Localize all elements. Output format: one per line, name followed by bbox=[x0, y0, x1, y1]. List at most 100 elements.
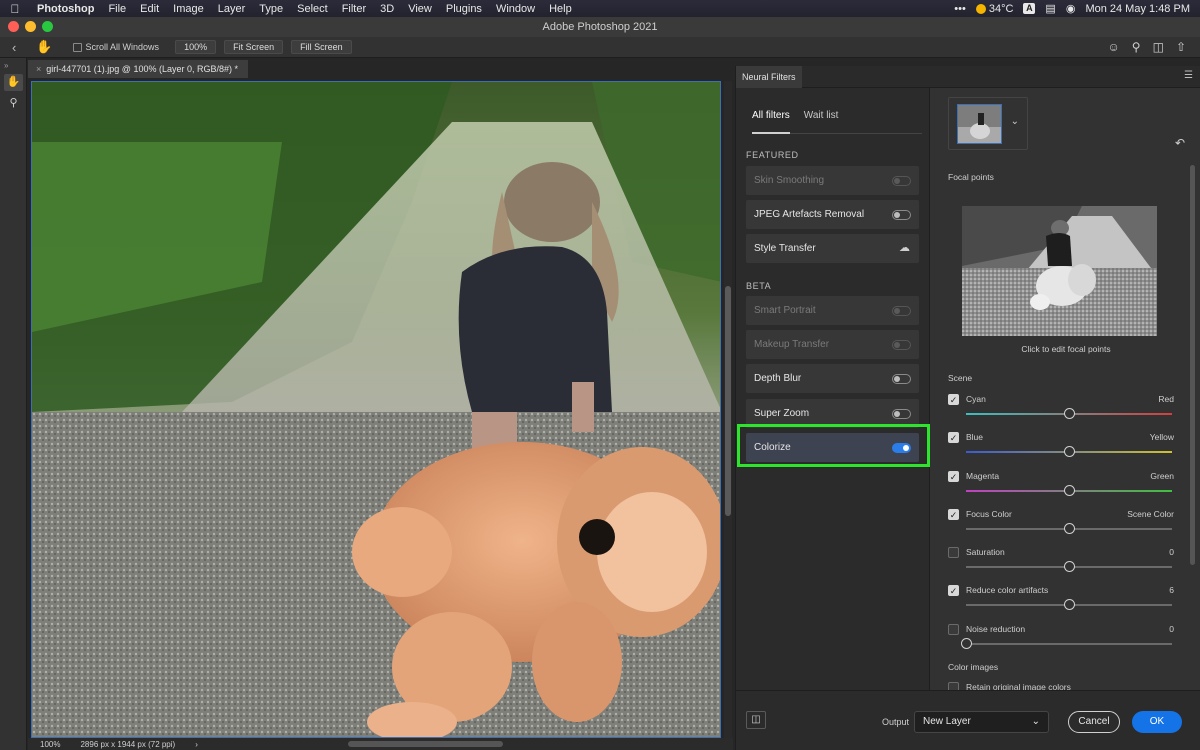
status-zoom[interactable]: 100% bbox=[40, 740, 60, 749]
siri-icon[interactable]: ◉ bbox=[1066, 2, 1076, 15]
slider-knob[interactable] bbox=[1063, 408, 1075, 419]
chevron-down-icon[interactable]: ⌄ bbox=[1011, 116, 1019, 127]
menu-select[interactable]: Select bbox=[290, 3, 335, 15]
canvas-vertical-scrollbar[interactable] bbox=[724, 81, 732, 738]
slider-saturation: Saturation 0 bbox=[948, 547, 1174, 585]
slider-knob[interactable] bbox=[1063, 561, 1075, 572]
menu-file[interactable]: File bbox=[101, 3, 133, 15]
collapse-icon[interactable]: » bbox=[0, 58, 26, 70]
slider-knob[interactable] bbox=[1063, 485, 1075, 496]
zoom-100-button[interactable]: 100% bbox=[175, 40, 217, 54]
smart-portrait-toggle[interactable] bbox=[892, 306, 911, 316]
noise-reduction-checkbox[interactable] bbox=[948, 624, 959, 635]
hand-tool-button[interactable]: ✋ bbox=[4, 74, 23, 91]
focal-points-image[interactable] bbox=[962, 206, 1157, 336]
slider-knob[interactable] bbox=[960, 638, 972, 649]
clock[interactable]: Mon 24 May 1:48 PM bbox=[1085, 3, 1190, 15]
checkbox-box bbox=[72, 42, 82, 52]
output-label: Output bbox=[882, 717, 910, 727]
filter-jpeg-artefacts-removal[interactable]: JPEG Artefacts Removal bbox=[746, 200, 919, 229]
super-zoom-toggle[interactable] bbox=[892, 409, 911, 419]
neural-filters-tab[interactable]: Neural Filters bbox=[736, 66, 802, 88]
input-source-icon[interactable]: A bbox=[1023, 3, 1036, 14]
reduce-artifacts-checkbox[interactable]: ✓ bbox=[948, 585, 959, 596]
focus-color-checkbox[interactable]: ✓ bbox=[948, 509, 959, 520]
skin-smoothing-toggle[interactable] bbox=[892, 176, 911, 186]
panel-menu-icon[interactable]: ☰ bbox=[1184, 70, 1193, 81]
fit-screen-button[interactable]: Fit Screen bbox=[224, 40, 284, 54]
slider-knob[interactable] bbox=[1063, 446, 1075, 457]
close-tab-icon[interactable]: × bbox=[36, 64, 41, 74]
slider-reduce-color-artifacts: ✓ Reduce color artifacts 6 bbox=[948, 585, 1174, 623]
depth-blur-toggle[interactable] bbox=[892, 374, 911, 384]
focal-points-label: Focal points bbox=[948, 172, 994, 182]
fill-screen-button[interactable]: Fill Screen bbox=[291, 40, 352, 54]
preview-thumbnail-selector[interactable]: ⌄ bbox=[948, 97, 1028, 150]
zoom-window-button[interactable] bbox=[42, 21, 53, 32]
menu-photoshop[interactable]: Photoshop bbox=[30, 3, 101, 15]
slider-value: 0 bbox=[1169, 624, 1174, 634]
menu-help[interactable]: Help bbox=[542, 3, 579, 15]
compare-toggle-icon[interactable]: ◫ bbox=[746, 711, 766, 729]
hand-tool-icon[interactable]: ✋ bbox=[36, 39, 52, 55]
saturation-checkbox[interactable] bbox=[948, 547, 959, 558]
sun-icon bbox=[975, 3, 986, 14]
scroll-thumb[interactable] bbox=[725, 286, 731, 516]
filter-skin-smoothing[interactable]: Skin Smoothing bbox=[746, 166, 919, 195]
slider-blue-yellow: ✓ Blue Yellow bbox=[948, 432, 1174, 470]
reset-icon[interactable]: ↶ bbox=[1175, 136, 1185, 150]
menu-image[interactable]: Image bbox=[166, 3, 211, 15]
search-icon[interactable]: ⚲ bbox=[1132, 40, 1141, 54]
cloud-download-icon[interactable]: ☁ bbox=[899, 234, 910, 263]
output-select[interactable]: New Layer ⌄ bbox=[914, 711, 1049, 733]
menu-layer[interactable]: Layer bbox=[211, 3, 253, 15]
canvas-image bbox=[32, 82, 720, 737]
menu-plugins[interactable]: Plugins bbox=[439, 3, 489, 15]
close-window-button[interactable] bbox=[8, 21, 19, 32]
panel-footer: ◫ Output New Layer ⌄ Cancel OK bbox=[736, 690, 1200, 750]
filter-makeup-transfer[interactable]: Makeup Transfer bbox=[746, 330, 919, 359]
filter-smart-portrait[interactable]: Smart Portrait bbox=[746, 296, 919, 325]
more-icon[interactable]: ••• bbox=[954, 3, 966, 15]
jpeg-artefacts-toggle[interactable] bbox=[892, 210, 911, 220]
apple-icon[interactable]:  bbox=[0, 2, 30, 16]
menu-view[interactable]: View bbox=[401, 3, 439, 15]
menu-filter[interactable]: Filter bbox=[335, 3, 373, 15]
horizontal-scroll-thumb[interactable] bbox=[348, 741, 503, 747]
menu-window[interactable]: Window bbox=[489, 3, 542, 15]
minimize-window-button[interactable] bbox=[25, 21, 36, 32]
filter-style-transfer[interactable]: Style Transfer ☁ bbox=[746, 234, 919, 263]
scroll-all-windows-checkbox[interactable]: Scroll All Windows bbox=[72, 41, 159, 53]
magenta-green-checkbox[interactable]: ✓ bbox=[948, 471, 959, 482]
zoom-tool-button[interactable]: ⚲ bbox=[4, 95, 23, 112]
share-icon[interactable]: ☺ bbox=[1108, 40, 1120, 54]
slider-knob[interactable] bbox=[1063, 599, 1075, 610]
slider-track[interactable] bbox=[966, 643, 1172, 645]
document-canvas[interactable] bbox=[31, 81, 721, 738]
settings-scrollbar[interactable] bbox=[1190, 165, 1195, 565]
status-chevron-icon[interactable]: › bbox=[195, 740, 198, 749]
makeup-transfer-toggle[interactable] bbox=[892, 340, 911, 350]
menu-edit[interactable]: Edit bbox=[133, 3, 166, 15]
back-chevron-icon[interactable]: ‹ bbox=[12, 40, 16, 55]
ok-button[interactable]: OK bbox=[1132, 711, 1182, 733]
cancel-button[interactable]: Cancel bbox=[1068, 711, 1120, 733]
window-titlebar: Adobe Photoshop 2021 bbox=[0, 17, 1200, 37]
output-value: New Layer bbox=[923, 716, 971, 727]
slider-knob[interactable] bbox=[1063, 523, 1075, 534]
workspace-icon[interactable]: ◫ bbox=[1153, 40, 1164, 54]
slider-value: 6 bbox=[1169, 585, 1174, 595]
filter-label: Super Zoom bbox=[754, 408, 810, 419]
document-tab[interactable]: × girl-447701 (1).jpg @ 100% (Layer 0, RG… bbox=[28, 60, 248, 78]
filter-depth-blur[interactable]: Depth Blur bbox=[746, 364, 919, 393]
weather-status[interactable]: 34°C bbox=[975, 3, 1013, 15]
filter-label: JPEG Artefacts Removal bbox=[754, 209, 865, 220]
control-center-icon[interactable]: ▤ bbox=[1045, 2, 1055, 15]
tab-all-filters[interactable]: All filters bbox=[752, 108, 790, 134]
share-upload-icon[interactable]: ⇧ bbox=[1176, 40, 1186, 54]
menu-type[interactable]: Type bbox=[252, 3, 290, 15]
cyan-red-checkbox[interactable]: ✓ bbox=[948, 394, 959, 405]
menu-3d[interactable]: 3D bbox=[373, 3, 401, 15]
tab-wait-list[interactable]: Wait list bbox=[804, 108, 839, 133]
blue-yellow-checkbox[interactable]: ✓ bbox=[948, 432, 959, 443]
